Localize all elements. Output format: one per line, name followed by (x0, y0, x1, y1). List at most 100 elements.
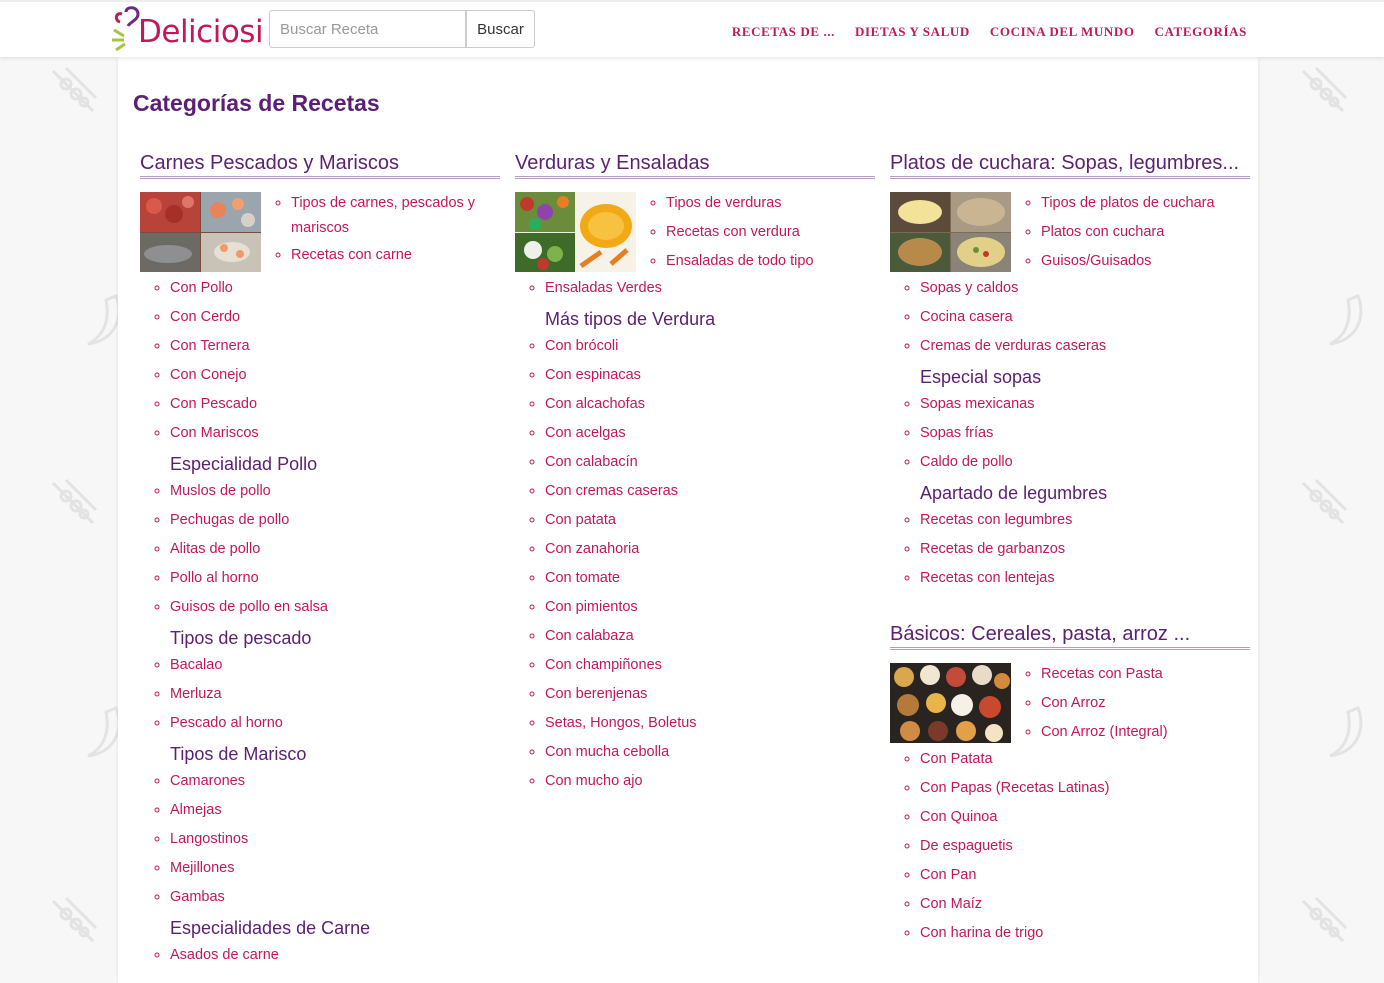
list-item[interactable]: Con Papas (Recetas Latinas) (920, 774, 1250, 803)
list-item[interactable]: De espaguetis (920, 832, 1250, 861)
category-feature: Recetas con Pasta Con Arroz Con Arroz (I… (890, 663, 1250, 743)
category-image-carnes[interactable] (140, 192, 261, 272)
list-item[interactable]: Con espinacas (545, 361, 875, 390)
list-item[interactable]: Gambas (170, 883, 500, 912)
list-item[interactable]: Sopas frías (920, 419, 1250, 448)
list-item[interactable]: Con harina de trigo (920, 919, 1250, 948)
list-item[interactable]: Con calabacín (545, 448, 875, 477)
subcategory-heading: Apartado de legumbres (920, 483, 1108, 503)
skewer-icon (1298, 896, 1348, 953)
list-item[interactable]: Cocina casera (920, 303, 1250, 332)
list-item[interactable]: Tipos de platos de cuchara (1041, 189, 1215, 218)
list-item[interactable]: Con alcachofas (545, 390, 875, 419)
nav-categorias[interactable]: CATEGORÍAS (1155, 24, 1247, 44)
list-item[interactable]: Alitas de pollo (170, 535, 500, 564)
list-item[interactable]: Tipos de verduras (666, 189, 814, 218)
list-item[interactable]: Con Arroz (1041, 689, 1168, 718)
list-item[interactable]: Caldo de pollo (920, 448, 1250, 477)
list-item[interactable]: Recetas con verdura (666, 218, 814, 247)
list-item[interactable]: Con berenjenas (545, 680, 875, 709)
search-input[interactable] (269, 10, 466, 48)
list-item[interactable]: Bacalao (170, 651, 500, 680)
list-item[interactable]: Langostinos (170, 825, 500, 854)
list-item[interactable]: Recetas con legumbres (920, 506, 1250, 535)
list-item[interactable]: Camarones (170, 767, 500, 796)
list-item[interactable]: Recetas con carne (291, 241, 500, 270)
list-item[interactable]: Con acelgas (545, 419, 875, 448)
list-item[interactable]: Con zanahoria (545, 535, 875, 564)
skewer-icon (1298, 66, 1348, 123)
subcategory-heading: Especialidad Pollo (170, 454, 318, 474)
list-item[interactable]: Con Conejo (170, 361, 500, 390)
list-item[interactable]: Con Maíz (920, 890, 1250, 919)
subcategory-heading: Tipos de Marisco (170, 744, 307, 764)
list-item[interactable]: Pechugas de pollo (170, 506, 500, 535)
list-item[interactable]: Sopas y caldos (920, 274, 1250, 303)
subcategory-heading: Más tipos de Verdura (545, 309, 716, 329)
skewer-icon (48, 896, 98, 953)
site-header: Deliciosi Buscar RECETAS DE ... DIETAS Y… (0, 0, 1384, 57)
list-item[interactable]: Con mucha cebolla (545, 738, 875, 767)
list-item[interactable]: Mejillones (170, 854, 500, 883)
list-item[interactable]: Con cremas caseras (545, 477, 875, 506)
list-item[interactable]: Con tomate (545, 564, 875, 593)
skewer-icon (48, 66, 98, 123)
category-column-carnes: Carnes Pescados y Mariscos Tipos de carn… (140, 152, 500, 970)
nav-cocina-del-mundo[interactable]: COCINA DEL MUNDO (990, 24, 1135, 44)
site-logo[interactable]: Deliciosi (112, 6, 264, 54)
list-item[interactable]: Setas, Hongos, Boletus (545, 709, 875, 738)
nav-dietas-y-salud[interactable]: DIETAS Y SALUD (855, 24, 970, 44)
list-item[interactable]: Con calabaza (545, 622, 875, 651)
list-item[interactable]: Con Quinoa (920, 803, 1250, 832)
category-title[interactable]: Básicos: Cereales, pasta, arroz ... (890, 623, 1250, 650)
list-item[interactable]: Muslos de pollo (170, 477, 500, 506)
list-item[interactable]: Sopas mexicanas (920, 390, 1250, 419)
category-image-basicos[interactable] (890, 663, 1011, 743)
list-item[interactable]: Guisos/Guisados (1041, 247, 1215, 276)
main-nav: RECETAS DE ... DIETAS Y SALUD COCINA DEL… (732, 24, 1247, 44)
category-image-verduras[interactable] (515, 192, 636, 272)
list-item[interactable]: Pescado al horno (170, 709, 500, 738)
list-item[interactable]: Con Ternera (170, 332, 500, 361)
list-item[interactable]: Con Pollo (170, 274, 500, 303)
search-button[interactable]: Buscar (466, 10, 535, 48)
banana-icon (1322, 292, 1368, 355)
category-title[interactable]: Platos de cuchara: Sopas, legumbres... (890, 152, 1250, 179)
list-item[interactable]: Con Mariscos (170, 419, 500, 448)
list-item[interactable]: Recetas con Pasta (1041, 660, 1168, 689)
list-item[interactable]: Con Cerdo (170, 303, 500, 332)
list-item[interactable]: Con champiñones (545, 651, 875, 680)
list-item[interactable]: Guisos de pollo en salsa (170, 593, 500, 622)
list-item[interactable]: Pollo al horno (170, 564, 500, 593)
list-item[interactable]: Merluza (170, 680, 500, 709)
subcategory-heading: Especial sopas (920, 367, 1042, 387)
list-item[interactable]: Tipos de carnes, pescados y mariscos (291, 189, 500, 241)
list-item[interactable]: Cremas de verduras caseras (920, 332, 1250, 361)
list-item[interactable]: Con pimientos (545, 593, 875, 622)
list-item[interactable]: Con Pescado (170, 390, 500, 419)
category-title[interactable]: Carnes Pescados y Mariscos (140, 152, 500, 179)
banana-icon (1322, 704, 1368, 767)
list-item[interactable]: Con patata (545, 506, 875, 535)
list-item[interactable]: Recetas con lentejas (920, 564, 1250, 593)
list-item[interactable]: Con Patata (920, 745, 1250, 774)
list-item[interactable]: Con Arroz (Integral) (1041, 718, 1168, 747)
page-title: Categorías de Recetas (133, 90, 380, 116)
list-item[interactable]: Recetas de garbanzos (920, 535, 1250, 564)
list-item[interactable]: Ensaladas de todo tipo (666, 247, 814, 276)
category-title[interactable]: Verduras y Ensaladas (515, 152, 875, 179)
category-image-cuchara[interactable] (890, 192, 1011, 272)
category-feature: Tipos de platos de cuchara Platos con cu… (890, 192, 1250, 272)
list-item[interactable]: Con Pan (920, 861, 1250, 890)
main-content: Categorías de Recetas Carnes Pescados y … (118, 57, 1258, 983)
nav-recetas-de[interactable]: RECETAS DE ... (732, 24, 835, 44)
list-item[interactable]: Asados de carne (170, 941, 500, 970)
list-item[interactable]: Con brócoli (545, 332, 875, 361)
category-column-cuchara: Platos de cuchara: Sopas, legumbres... ◦… (890, 152, 1250, 948)
logo-text: Deliciosi (138, 14, 264, 50)
list-item[interactable]: Platos con cuchara (1041, 218, 1215, 247)
list-item[interactable]: Almejas (170, 796, 500, 825)
list-item[interactable]: Con mucho ajo (545, 767, 875, 796)
list-item[interactable]: Ensaladas Verdes (545, 274, 875, 303)
skewer-icon (48, 478, 98, 535)
